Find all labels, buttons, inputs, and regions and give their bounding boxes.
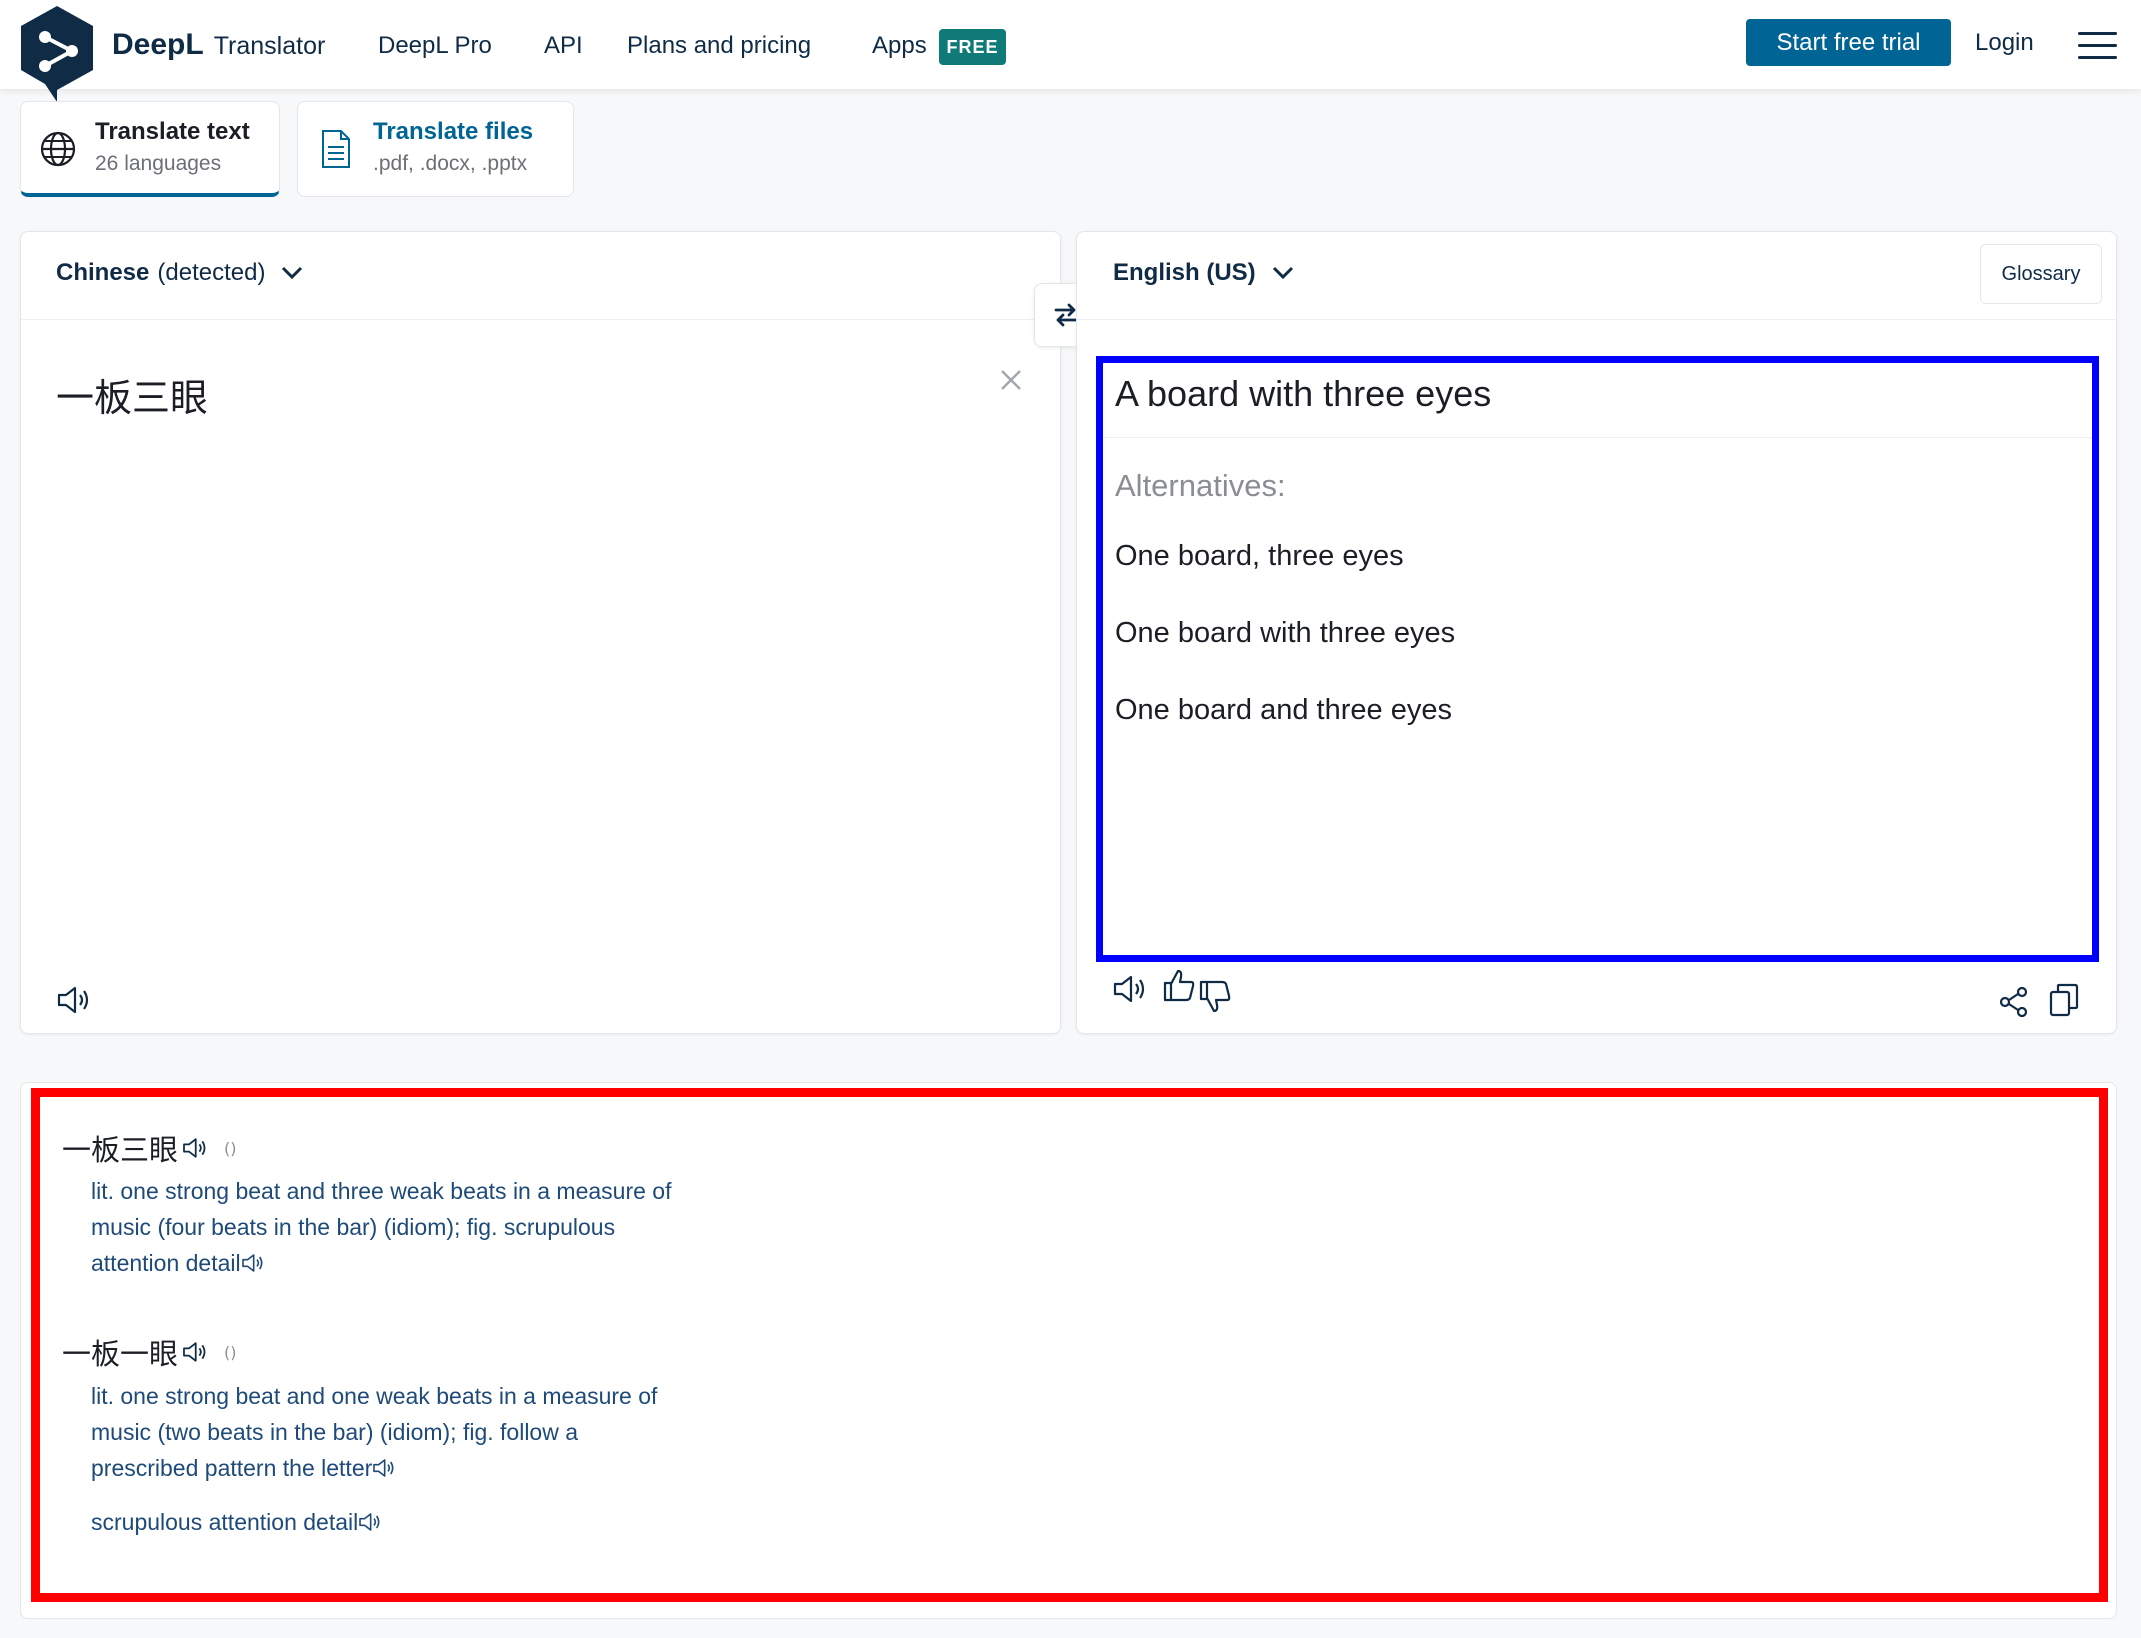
clear-icon[interactable]: [998, 367, 1024, 393]
definition-line: music (two beats in the bar) (idiom); fi…: [91, 1419, 579, 1445]
brand-name[interactable]: DeepL Translator: [112, 28, 325, 62]
speaker-icon[interactable]: [372, 1458, 396, 1478]
target-language: English (US): [1113, 259, 1256, 286]
definition[interactable]: lit. one strong beat and one weak beats …: [91, 1378, 771, 1486]
term-text: 一板三眼: [62, 1133, 179, 1167]
thumbs-up-icon[interactable]: [1163, 968, 1195, 1002]
free-badge: FREE: [939, 29, 1006, 65]
definition[interactable]: scrupulous attention detail: [91, 1504, 771, 1540]
speaker-icon[interactable]: [1113, 974, 1147, 1004]
target-panel-header: English (US) Glossary: [1077, 232, 2116, 320]
term-paren: (): [224, 1138, 237, 1158]
glossary-button[interactable]: Glossary: [1980, 244, 2102, 304]
definition-line: scrupulous attention detail: [91, 1509, 359, 1535]
dictionary-term[interactable]: 一板三眼 (): [62, 1127, 237, 1169]
source-panel: Chinese (detected) 一板三眼: [20, 231, 1061, 1034]
speaker-icon[interactable]: [182, 1341, 208, 1363]
chevron-down-icon: [282, 266, 303, 280]
thumbs-down-icon[interactable]: [1199, 980, 1231, 1014]
speaker-icon[interactable]: [358, 1512, 382, 1532]
start-free-trial-button[interactable]: Start free trial: [1746, 19, 1951, 66]
term-text: 一板一眼: [62, 1337, 179, 1371]
share-icon[interactable]: [1998, 986, 2030, 1018]
dictionary-results: 一板三眼 () lit. one strong beat and three w…: [31, 1088, 2108, 1602]
source-language: Chinese: [56, 259, 150, 286]
speaker-icon[interactable]: [241, 1253, 265, 1273]
hamburger-icon[interactable]: [2078, 32, 2117, 60]
target-language-select[interactable]: English (US): [1113, 259, 1294, 287]
definition-line: lit. one strong beat and three weak beat…: [91, 1178, 672, 1204]
alternative-item[interactable]: One board with three eyes: [1115, 617, 1455, 650]
nav-api[interactable]: API: [544, 32, 583, 60]
alternatives-label: Alternatives:: [1115, 468, 1286, 503]
login-link[interactable]: Login: [1975, 29, 2034, 57]
speaker-icon[interactable]: [182, 1137, 208, 1159]
brand-sub: Translator: [213, 32, 326, 60]
target-panel: English (US) Glossary A board with three…: [1076, 231, 2117, 1034]
deepl-logo-icon[interactable]: [17, 4, 97, 102]
definition-line: attention detail: [91, 1250, 241, 1276]
definition-line: music (four beats in the bar) (idiom); f…: [91, 1214, 616, 1240]
top-header: DeepL Translator DeepL Pro API Plans and…: [0, 0, 2141, 102]
chevron-down-icon: [1272, 266, 1293, 280]
tab-translate-text[interactable]: Translate text 26 languages: [20, 101, 280, 197]
alternative-item[interactable]: One board and three eyes: [1115, 694, 1452, 727]
nav-plans-pricing[interactable]: Plans and pricing: [627, 32, 811, 60]
term-paren: (): [224, 1342, 237, 1362]
brand-main: DeepL: [112, 28, 204, 61]
source-language-note: (detected): [157, 259, 266, 286]
definition-line: prescribed pattern the letter: [91, 1455, 373, 1481]
definition[interactable]: lit. one strong beat and three weak beat…: [91, 1173, 771, 1281]
tab-files-title: Translate files: [373, 118, 534, 145]
dictionary-panel: 一板三眼 () lit. one strong beat and three w…: [20, 1082, 2117, 1619]
dictionary-term[interactable]: 一板一眼 (): [62, 1331, 237, 1373]
document-icon: [322, 130, 350, 168]
divider: [1103, 437, 2092, 438]
source-panel-header: Chinese (detected): [21, 232, 1060, 320]
tab-text-subtitle: 26 languages: [95, 152, 222, 175]
globe-icon: [40, 131, 76, 167]
main-translation[interactable]: A board with three eyes: [1115, 373, 1491, 415]
alternative-item[interactable]: One board, three eyes: [1115, 540, 1404, 573]
copy-icon[interactable]: [2049, 983, 2079, 1017]
tab-files-subtitle: .pdf, .docx, .pptx: [373, 152, 528, 175]
tab-text-title: Translate text: [95, 118, 250, 145]
source-text-input[interactable]: 一板三眼: [56, 367, 208, 422]
tab-translate-files[interactable]: Translate files .pdf, .docx, .pptx: [297, 101, 574, 197]
nav-deepl-pro[interactable]: DeepL Pro: [378, 32, 492, 60]
definition-line: lit. one strong beat and one weak beats …: [91, 1383, 658, 1409]
speaker-icon[interactable]: [57, 985, 91, 1015]
translation-output: A board with three eyes Alternatives: On…: [1096, 356, 2099, 962]
nav-apps[interactable]: Apps: [872, 32, 927, 60]
source-language-select[interactable]: Chinese (detected): [56, 259, 303, 287]
